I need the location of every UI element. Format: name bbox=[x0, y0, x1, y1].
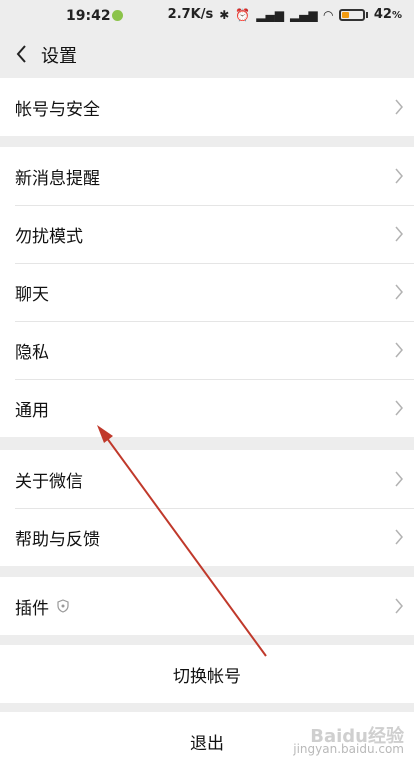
settings-item-label: 隐私 bbox=[15, 342, 49, 363]
signal-icon-2: ▂▄▆ bbox=[289, 7, 318, 22]
settings-item-about-wechat[interactable]: 关于微信 bbox=[0, 450, 414, 508]
wifi-icon: ◠ bbox=[323, 7, 333, 22]
watermark: Baidu经验 jingyan.baidu.com bbox=[293, 728, 404, 756]
chevron-right-icon bbox=[395, 400, 403, 416]
battery-percent: 42% bbox=[373, 7, 402, 22]
settings-item-label: 帮助与反馈 bbox=[15, 529, 100, 550]
battery-icon bbox=[338, 8, 365, 21]
chevron-right-icon bbox=[395, 529, 403, 545]
settings-item-chat[interactable]: 聊天 bbox=[0, 263, 414, 321]
status-icons: 2.7K/s ✱ ⏰ ▂▄▆ ▂▄▆ ◠ 42% bbox=[168, 7, 402, 22]
settings-item-label: 新消息提醒 bbox=[15, 168, 100, 189]
chevron-right-icon bbox=[395, 99, 403, 115]
settings-item-label: 聊天 bbox=[15, 284, 49, 305]
signal-icon: ▂▄▆ bbox=[256, 7, 284, 22]
shield-icon bbox=[57, 599, 69, 613]
logout-label: 退出 bbox=[190, 733, 224, 754]
settings-group-account: 帐号与安全 bbox=[0, 78, 414, 136]
status-bar: 19:42 2.7K/s ✱ ⏰ ▂▄▆ ▂▄▆ ◠ 42% bbox=[0, 0, 414, 32]
page-title: 设置 bbox=[41, 46, 77, 67]
settings-item-plugins[interactable]: 插件 bbox=[0, 577, 414, 635]
battery-tip bbox=[365, 11, 368, 18]
chevron-right-icon bbox=[395, 284, 403, 300]
battery-fill bbox=[341, 11, 350, 18]
switch-account-button[interactable]: 切换帐号 bbox=[0, 645, 414, 703]
settings-group-general: 新消息提醒 勿扰模式 聊天 隐私 通用 bbox=[0, 147, 414, 437]
settings-item-label: 通用 bbox=[15, 400, 49, 421]
switch-account-label: 切换帐号 bbox=[173, 666, 241, 687]
chevron-right-icon bbox=[395, 168, 403, 184]
settings-item-label: 插件 bbox=[15, 598, 49, 619]
settings-item-account-security[interactable]: 帐号与安全 bbox=[0, 78, 414, 136]
settings-item-do-not-disturb[interactable]: 勿扰模式 bbox=[0, 205, 414, 263]
settings-item-general[interactable]: 通用 bbox=[0, 379, 414, 437]
settings-item-label: 帐号与安全 bbox=[15, 99, 100, 120]
watermark-url: jingyan.baidu.com bbox=[293, 742, 404, 756]
network-speed: 2.7K/s bbox=[167, 7, 214, 22]
settings-group-plugins: 插件 bbox=[0, 577, 414, 635]
settings-item-label: 关于微信 bbox=[15, 471, 83, 492]
chevron-right-icon bbox=[395, 598, 403, 614]
nav-bar: 设置 bbox=[0, 32, 414, 76]
settings-item-notifications[interactable]: 新消息提醒 bbox=[0, 147, 414, 205]
bluetooth-icon: ✱ bbox=[219, 7, 230, 22]
notification-dot-icon bbox=[112, 10, 123, 21]
chevron-right-icon bbox=[395, 471, 403, 487]
alarm-icon: ⏰ bbox=[235, 7, 251, 22]
chevron-right-icon bbox=[395, 342, 403, 358]
settings-group-about: 关于微信 帮助与反馈 bbox=[0, 450, 414, 566]
back-chevron-icon[interactable] bbox=[10, 40, 36, 68]
settings-item-label: 勿扰模式 bbox=[15, 226, 83, 247]
chevron-right-icon bbox=[395, 226, 403, 242]
settings-item-privacy[interactable]: 隐私 bbox=[0, 321, 414, 379]
switch-account-group: 切换帐号 bbox=[0, 645, 414, 703]
status-time: 19:42 bbox=[66, 8, 111, 24]
settings-item-help-feedback[interactable]: 帮助与反馈 bbox=[0, 508, 414, 566]
